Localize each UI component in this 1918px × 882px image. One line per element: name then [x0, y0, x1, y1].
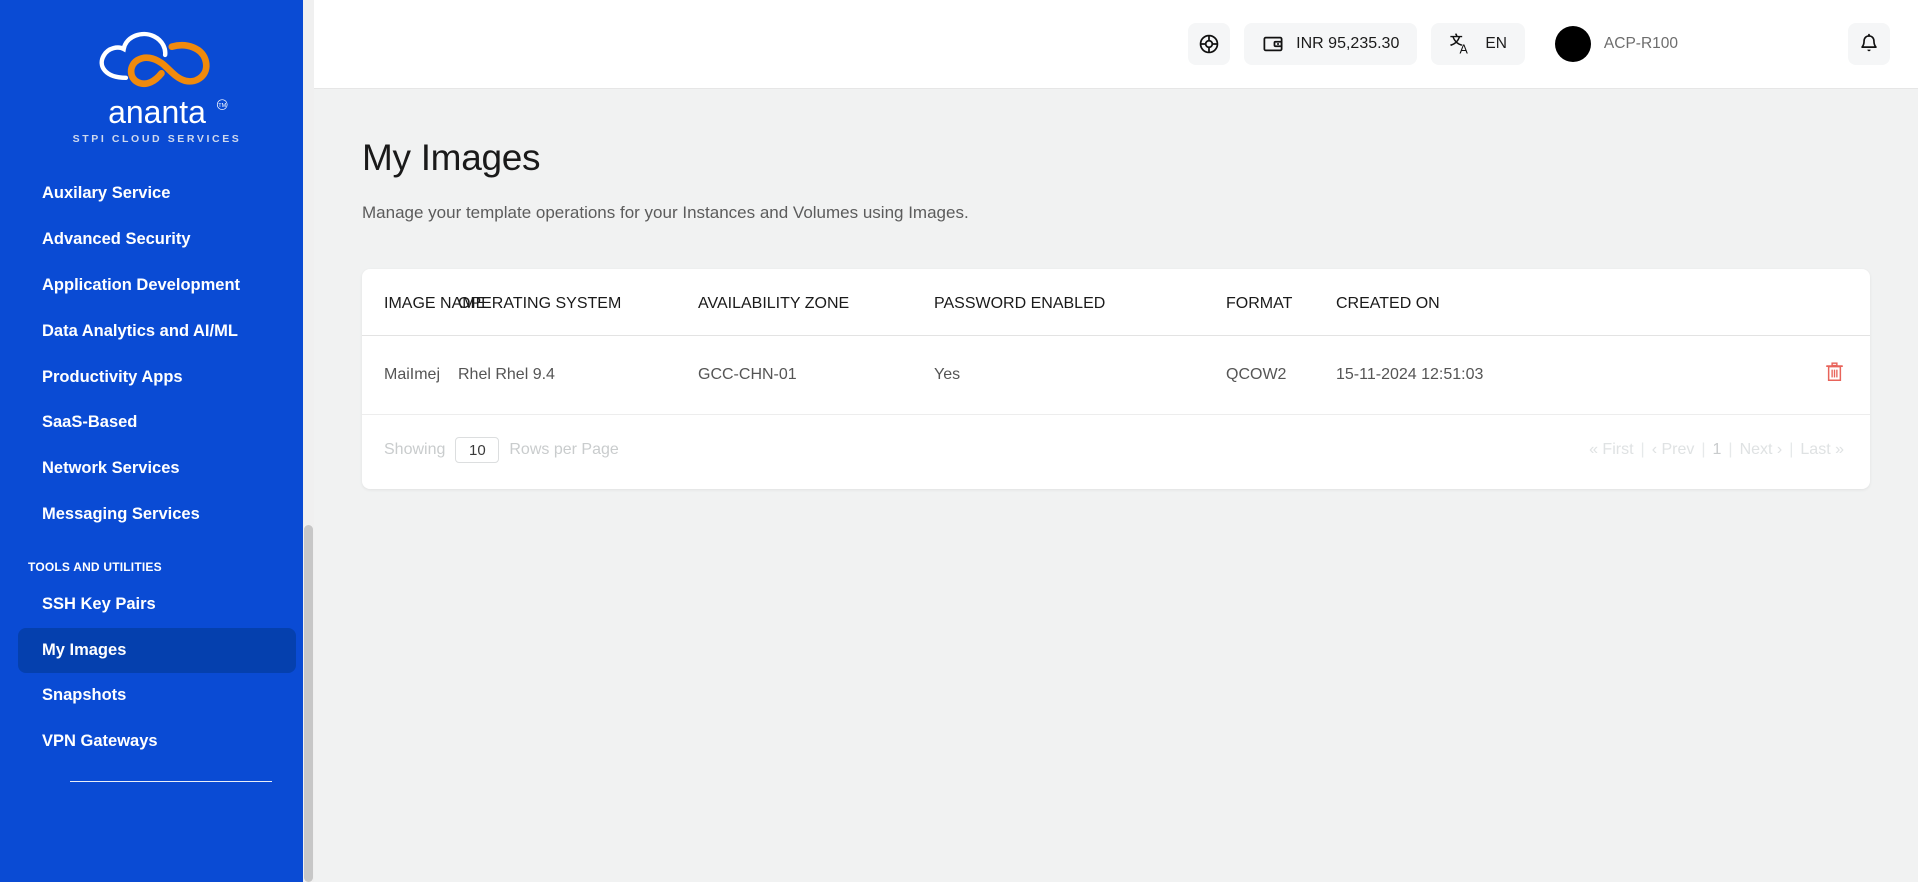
- sidebar-item-productivity-apps[interactable]: Productivity Apps: [18, 355, 296, 401]
- images-table: IMAGE NAME OPERATING SYSTEM AVAILABILITY…: [362, 295, 1870, 415]
- pagination-separator: |: [1640, 441, 1645, 458]
- rows-per-page-label: Rows per Page: [509, 441, 619, 458]
- pagination-last[interactable]: Last »: [1800, 441, 1844, 459]
- svg-text:ananta: ananta: [108, 96, 206, 130]
- sidebar-scroll-content: ananta TM STPI CLOUD SERVICES Auxilary S…: [0, 0, 314, 792]
- column-header-operating-system[interactable]: OPERATING SYSTEM: [458, 295, 698, 336]
- avatar: [1554, 26, 1591, 62]
- cell-format: QCOW2: [1226, 366, 1287, 383]
- rows-per-page-group: Showing Rows per Page: [384, 437, 619, 463]
- pagination-prev[interactable]: ‹ Prev: [1652, 441, 1695, 459]
- pagination-separator: |: [1728, 441, 1733, 458]
- sidebar-item-ssh-key-pairs[interactable]: SSH Key Pairs: [18, 582, 296, 628]
- sidebar-item-my-images[interactable]: My Images: [18, 627, 296, 674]
- sidebar-item-snapshots[interactable]: Snapshots: [18, 673, 296, 719]
- support-button[interactable]: [1188, 23, 1231, 65]
- topbar-controls: INR 95,235.30 文 A EN ACP-R100: [1188, 23, 1890, 65]
- sidebar: ananta TM STPI CLOUD SERVICES Auxilary S…: [0, 0, 314, 882]
- delete-image-button[interactable]: [1825, 362, 1844, 383]
- column-header-created-on[interactable]: CREATED ON: [1336, 295, 1586, 336]
- cell-availability-zone: GCC-CHN-01: [698, 366, 797, 383]
- wallet-balance-text: INR 95,235.30: [1296, 35, 1400, 52]
- column-header-password-enabled[interactable]: PASSWORD ENABLED: [934, 295, 1226, 336]
- table-row[interactable]: MaiImej Rhel Rhel 9.4 GCC-CHN-01 Yes QCO…: [362, 336, 1870, 415]
- page-subtitle: Manage your template operations for your…: [362, 203, 969, 222]
- pagination-links: « First | ‹ Prev | 1 | Next › | Last »: [1589, 441, 1844, 459]
- sidebar-item-network-services[interactable]: Network Services: [18, 446, 296, 492]
- language-selector[interactable]: 文 A EN: [1431, 23, 1525, 65]
- table-body: MaiImej Rhel Rhel 9.4 GCC-CHN-01 Yes QCO…: [362, 336, 1870, 415]
- column-header-actions: [1586, 295, 1870, 336]
- sidebar-divider: [70, 781, 272, 783]
- trash-icon: [1826, 362, 1843, 382]
- sidebar-item-advanced-security[interactable]: Advanced Security: [18, 217, 296, 263]
- user-menu[interactable]: ACP-R100: [1539, 26, 1684, 62]
- language-code-text: EN: [1485, 35, 1507, 52]
- column-header-image-name[interactable]: IMAGE NAME: [362, 295, 486, 336]
- showing-label: Showing: [384, 441, 446, 458]
- wallet-balance-button[interactable]: INR 95,235.30: [1244, 23, 1418, 65]
- sidebar-item-vpn-gateways[interactable]: VPN Gateways: [18, 719, 296, 765]
- cell-actions: [1586, 336, 1870, 415]
- cell-image-name[interactable]: MaiImej: [362, 336, 458, 415]
- translate-icon: 文 A: [1450, 33, 1469, 57]
- table-header-row: IMAGE NAME OPERATING SYSTEM AVAILABILITY…: [362, 295, 1870, 336]
- page-title: My Images: [362, 137, 541, 178]
- main-content: My Images Manage your template operation…: [314, 89, 1918, 882]
- pagination-next[interactable]: Next ›: [1740, 441, 1783, 459]
- user-name-label: ACP-R100: [1603, 35, 1678, 52]
- brand-logo[interactable]: ananta TM STPI CLOUD SERVICES: [0, 0, 314, 171]
- infinity-cloud-logo-icon: [99, 31, 210, 88]
- sidebar-scrollbar[interactable]: [303, 0, 314, 882]
- sidebar-item-application-development[interactable]: Application Development: [18, 263, 296, 309]
- sidebar-section-tools-and-utilities: TOOLS AND UTILITIES: [28, 559, 162, 574]
- pagination-separator: |: [1789, 441, 1794, 458]
- brand-tagline: STPI CLOUD SERVICES: [72, 133, 242, 146]
- content-area: INR 95,235.30 文 A EN ACP-R100 My Images …: [314, 0, 1918, 882]
- rows-per-page-input[interactable]: [455, 437, 500, 463]
- brand-wordmark-icon: ananta TM: [108, 96, 228, 130]
- pagination-first[interactable]: « First: [1589, 441, 1633, 459]
- pagination-bar: Showing Rows per Page « First | ‹ Prev |…: [362, 415, 1870, 489]
- globe-lifebuoy-icon: [1199, 34, 1219, 54]
- column-header-availability-zone[interactable]: AVAILABILITY ZONE: [698, 295, 934, 336]
- svg-text:A: A: [1460, 43, 1469, 57]
- sidebar-item-auxilary-service[interactable]: Auxilary Service: [18, 171, 296, 217]
- pagination-current-page[interactable]: 1: [1713, 441, 1722, 459]
- sidebar-item-messaging-services[interactable]: Messaging Services: [18, 492, 296, 538]
- notifications-button[interactable]: [1848, 23, 1890, 65]
- table-header: IMAGE NAME OPERATING SYSTEM AVAILABILITY…: [362, 295, 1870, 336]
- pagination-separator: |: [1701, 441, 1706, 458]
- column-header-format[interactable]: FORMAT: [1226, 295, 1336, 336]
- cell-password-enabled: Yes: [934, 366, 961, 383]
- sidebar-scrollbar-thumb[interactable]: [304, 525, 313, 882]
- bell-icon: [1861, 33, 1877, 52]
- wallet-icon: [1263, 36, 1283, 52]
- app-root: ananta TM STPI CLOUD SERVICES Auxilary S…: [0, 0, 1918, 882]
- sidebar-item-saas-based[interactable]: SaaS-Based: [18, 400, 296, 446]
- cell-created-on: 15-11-2024 12:51:03: [1336, 366, 1484, 383]
- images-table-card: IMAGE NAME OPERATING SYSTEM AVAILABILITY…: [362, 269, 1870, 489]
- top-bar: INR 95,235.30 文 A EN ACP-R100: [314, 0, 1918, 89]
- sidebar-item-data-analytics-and-ai-ml[interactable]: Data Analytics and AI/ML: [18, 309, 296, 355]
- cell-operating-system: Rhel Rhel 9.4: [458, 366, 555, 383]
- svg-text:TM: TM: [218, 103, 226, 109]
